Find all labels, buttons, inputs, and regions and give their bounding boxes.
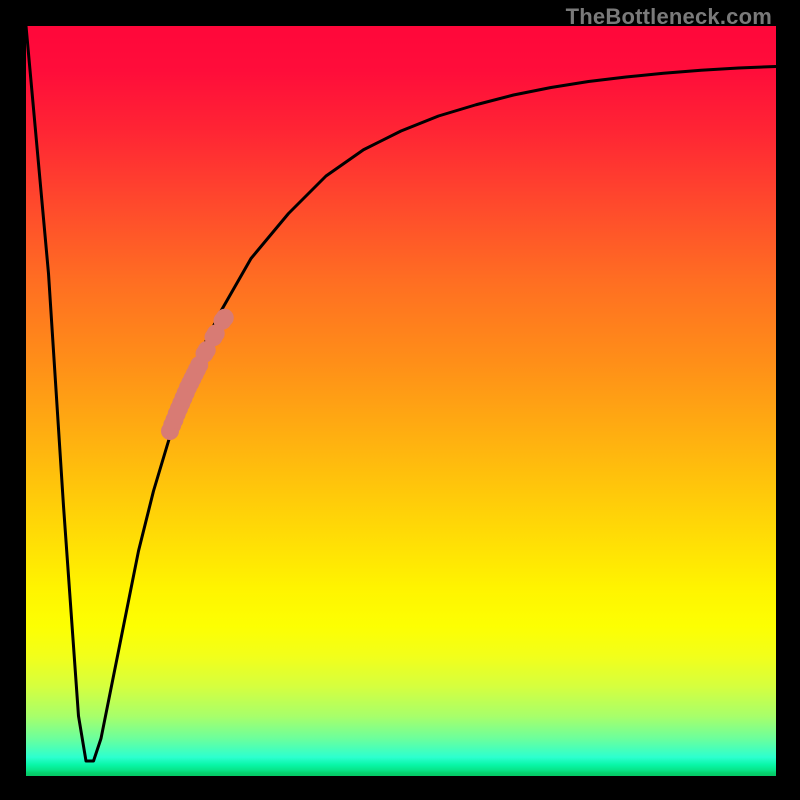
highlight-point [216,309,234,327]
curve-path [26,26,776,761]
chart-frame: TheBottleneck.com [0,0,800,800]
highlight-cluster [161,309,234,440]
bottleneck-curve [26,26,776,761]
chart-svg [26,26,776,776]
watermark-text: TheBottleneck.com [566,4,772,30]
plot-area [26,26,776,776]
